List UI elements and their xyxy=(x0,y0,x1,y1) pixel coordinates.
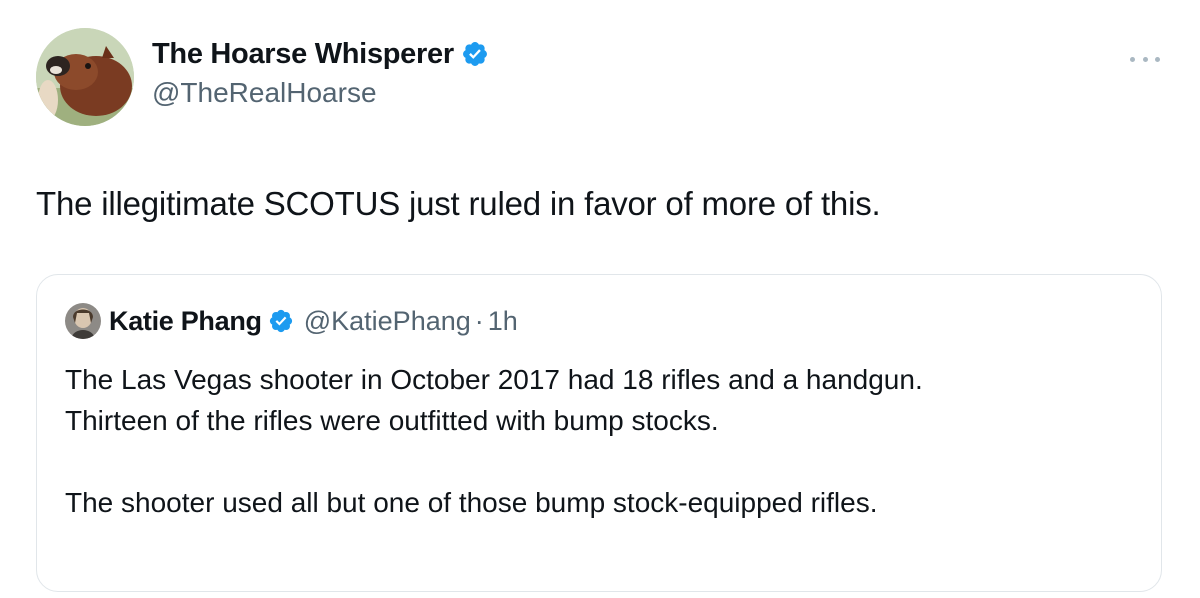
quoted-tweet-timestamp[interactable]: 1h xyxy=(488,306,518,337)
author-name-row: The Hoarse Whisperer xyxy=(152,38,489,71)
verified-badge-icon xyxy=(268,308,294,334)
author-handle[interactable]: @TheRealHoarse xyxy=(152,77,489,109)
verified-badge-icon xyxy=(461,40,489,68)
user-avatar-icon xyxy=(65,303,101,339)
tweet-text: The illegitimate SCOTUS just ruled in fa… xyxy=(36,185,881,222)
tweet-header: The Hoarse Whisperer @TheRealHoarse xyxy=(36,28,489,126)
quoted-tweet[interactable]: Katie Phang @KatiePhang · 1h The Las Veg… xyxy=(36,274,1162,592)
separator-dot: · xyxy=(474,305,484,336)
author-names: The Hoarse Whisperer @TheRealHoarse xyxy=(152,38,489,109)
more-options-icon[interactable] xyxy=(1130,52,1160,66)
more-dot xyxy=(1155,56,1160,62)
quoted-text-line: The shooter used all but one of those bu… xyxy=(65,487,878,518)
quoted-text-blank-line xyxy=(65,441,923,482)
quoted-author-avatar[interactable] xyxy=(65,303,101,339)
author-avatar[interactable] xyxy=(36,28,134,126)
quoted-text-line: The Las Vegas shooter in October 2017 ha… xyxy=(65,364,923,395)
tweet: The Hoarse Whisperer @TheRealHoarse The … xyxy=(0,0,1200,598)
horse-avatar-icon xyxy=(36,28,134,126)
more-dot xyxy=(1142,56,1148,62)
author-display-name[interactable]: The Hoarse Whisperer xyxy=(152,38,454,71)
quoted-author-handle[interactable]: @KatiePhang xyxy=(304,306,471,337)
quoted-tweet-text: The Las Vegas shooter in October 2017 ha… xyxy=(65,359,923,523)
quoted-author-display-name[interactable]: Katie Phang xyxy=(109,306,262,337)
more-dot xyxy=(1130,56,1135,62)
quoted-tweet-header: Katie Phang @KatiePhang · 1h xyxy=(65,303,518,339)
quoted-text-line: Thirteen of the rifles were outfitted wi… xyxy=(65,405,719,436)
